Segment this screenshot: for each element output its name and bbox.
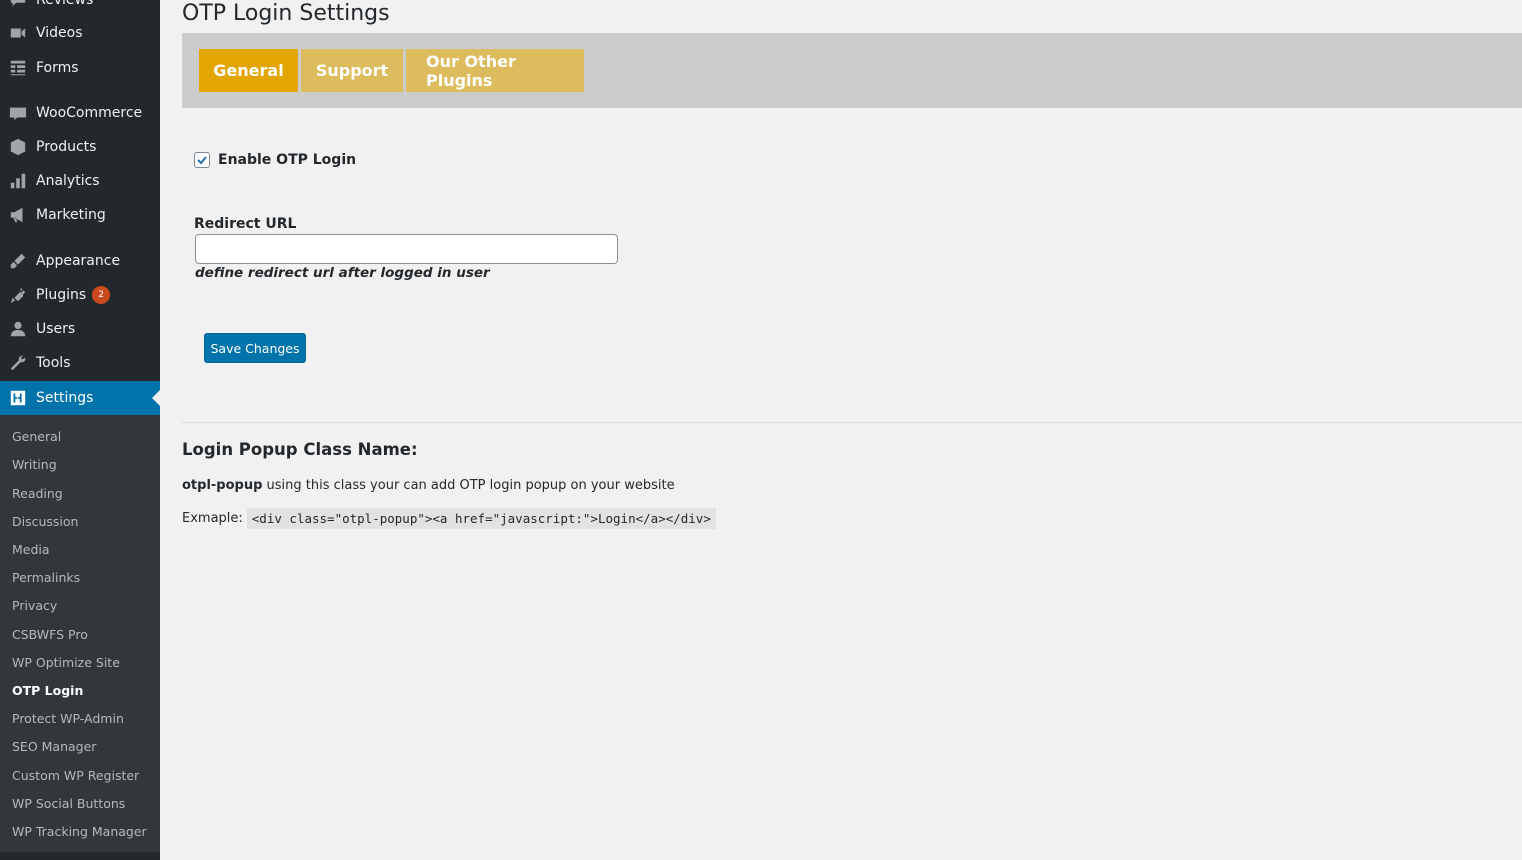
example-row: Exmaple: <div class="otpl-popup"><a href…: [182, 508, 716, 529]
menu-item-analytics[interactable]: Analytics: [0, 164, 160, 198]
plugins-icon: [8, 285, 28, 305]
example-label: Exmaple:: [182, 511, 243, 526]
popup-class-heading: Login Popup Class Name:: [182, 440, 418, 459]
settings-submenu: General Writing Reading Discussion Media…: [0, 415, 160, 860]
menu-item-users[interactable]: Users: [0, 312, 160, 346]
submenu-privacy[interactable]: Privacy: [12, 598, 57, 613]
checkmark-icon: [197, 156, 207, 165]
menu-item-label: Settings: [36, 390, 94, 406]
menu-item-forms[interactable]: Forms: [0, 51, 160, 85]
users-icon: [8, 319, 28, 339]
popup-class-desc-text: using this class your can add OTP login …: [266, 478, 675, 493]
menu-item-woocommerce[interactable]: WooCommerce: [0, 96, 160, 130]
products-icon: [8, 137, 28, 157]
save-changes-button[interactable]: Save Changes: [204, 333, 306, 363]
tab-our-other-plugins[interactable]: Our Other Plugins: [406, 49, 584, 92]
menu-item-label: Forms: [36, 60, 79, 76]
menu-item-products[interactable]: Products: [0, 130, 160, 164]
submenu-wp-social-buttons[interactable]: WP Social Buttons: [12, 796, 125, 811]
submenu-writing[interactable]: Writing: [12, 457, 57, 472]
submenu-seo-manager[interactable]: SEO Manager: [12, 739, 96, 754]
submenu-otp-login[interactable]: OTP Login: [12, 683, 83, 698]
menu-item-label: Products: [36, 139, 97, 155]
menu-item-label: Reviews: [36, 0, 94, 8]
appearance-icon: [8, 251, 28, 271]
admin-sidebar: Reviews Videos Forms WooCommerce Product…: [0, 0, 160, 860]
submenu-reading[interactable]: Reading: [12, 486, 63, 501]
submenu-wp-tracking-manager[interactable]: WP Tracking Manager: [12, 824, 147, 839]
menu-item-appearance[interactable]: Appearance: [0, 244, 160, 278]
menu-item-label: Users: [36, 321, 76, 337]
redirect-url-label: Redirect URL: [194, 216, 297, 232]
enable-otp-row: Enable OTP Login: [194, 152, 356, 168]
submenu-permalinks[interactable]: Permalinks: [12, 570, 80, 585]
submenu-wp-optimize-site[interactable]: WP Optimize Site: [12, 655, 120, 670]
redirect-url-input[interactable]: [195, 234, 618, 264]
submenu-protect-wp-admin[interactable]: Protect WP-Admin: [12, 711, 124, 726]
menu-item-reviews[interactable]: Reviews: [0, 0, 160, 17]
popup-class-description: otpl-popup using this class your can add…: [182, 478, 675, 493]
menu-item-tools[interactable]: Tools: [0, 346, 160, 380]
analytics-icon: [8, 171, 28, 191]
plugins-update-badge: 2: [92, 286, 111, 304]
marketing-icon: [8, 205, 28, 225]
tab-general[interactable]: General: [199, 49, 298, 92]
submenu-media[interactable]: Media: [12, 542, 50, 557]
submenu-discussion[interactable]: Discussion: [12, 514, 78, 529]
menu-item-label: Plugins: [36, 287, 87, 303]
sidebar-bottom-edge: [0, 852, 160, 860]
menu-item-label: WooCommerce: [36, 105, 143, 121]
woocommerce-icon: [8, 103, 28, 123]
settings-icon: [8, 388, 28, 408]
submenu-csbwfs-pro[interactable]: CSBWFS Pro: [12, 627, 88, 642]
redirect-url-help: define redirect url after logged in user: [195, 265, 490, 281]
menu-item-label: Analytics: [36, 173, 100, 189]
menu-item-videos[interactable]: Videos: [0, 16, 160, 50]
settings-tabs: General Support Our Other Plugins: [182, 33, 1522, 108]
popup-class-name: otpl-popup: [182, 478, 263, 493]
submenu-custom-wp-register[interactable]: Custom WP Register: [12, 768, 139, 783]
section-divider: [182, 422, 1522, 423]
tab-support[interactable]: Support: [301, 49, 403, 92]
example-code: <div class="otpl-popup"><a href="javascr…: [246, 508, 716, 529]
enable-otp-checkbox[interactable]: [194, 152, 210, 168]
video-icon: [8, 23, 28, 43]
menu-item-label: Tools: [36, 355, 71, 371]
reviews-icon: [8, 0, 28, 10]
menu-item-label: Marketing: [36, 207, 106, 223]
forms-icon: [8, 58, 28, 78]
menu-item-plugins[interactable]: Plugins 2: [0, 278, 160, 312]
menu-item-marketing[interactable]: Marketing: [0, 198, 160, 232]
enable-otp-label: Enable OTP Login: [218, 152, 357, 168]
menu-item-label: Appearance: [36, 253, 121, 269]
page-title: OTP Login Settings: [182, 1, 390, 26]
menu-item-label: Videos: [36, 25, 83, 41]
submenu-general[interactable]: General: [12, 429, 61, 444]
menu-item-settings[interactable]: Settings: [0, 381, 160, 415]
tools-icon: [8, 353, 28, 373]
